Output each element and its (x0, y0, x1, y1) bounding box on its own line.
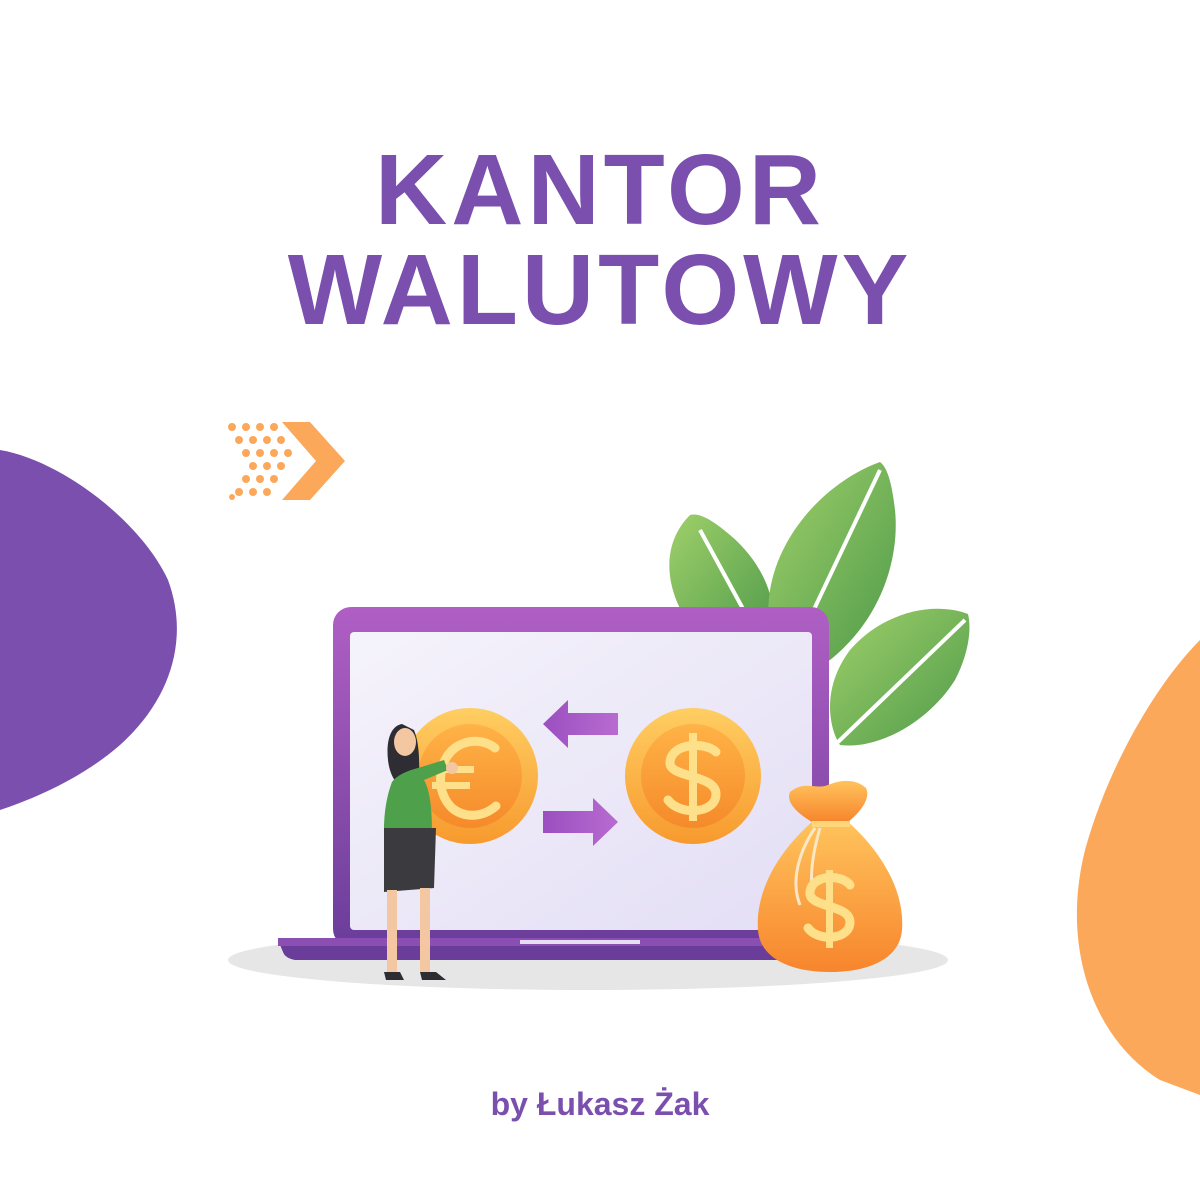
author-byline: by Łukasz Żak (490, 1086, 710, 1122)
dollar-coin (625, 708, 761, 844)
dotted-arrow-icon (228, 422, 345, 500)
page-title-line-2: WALUTOWY (287, 234, 913, 346)
page-title-line-1: KANTOR (375, 134, 825, 246)
orange-blob (1076, 640, 1200, 1095)
purple-blob (0, 450, 177, 810)
